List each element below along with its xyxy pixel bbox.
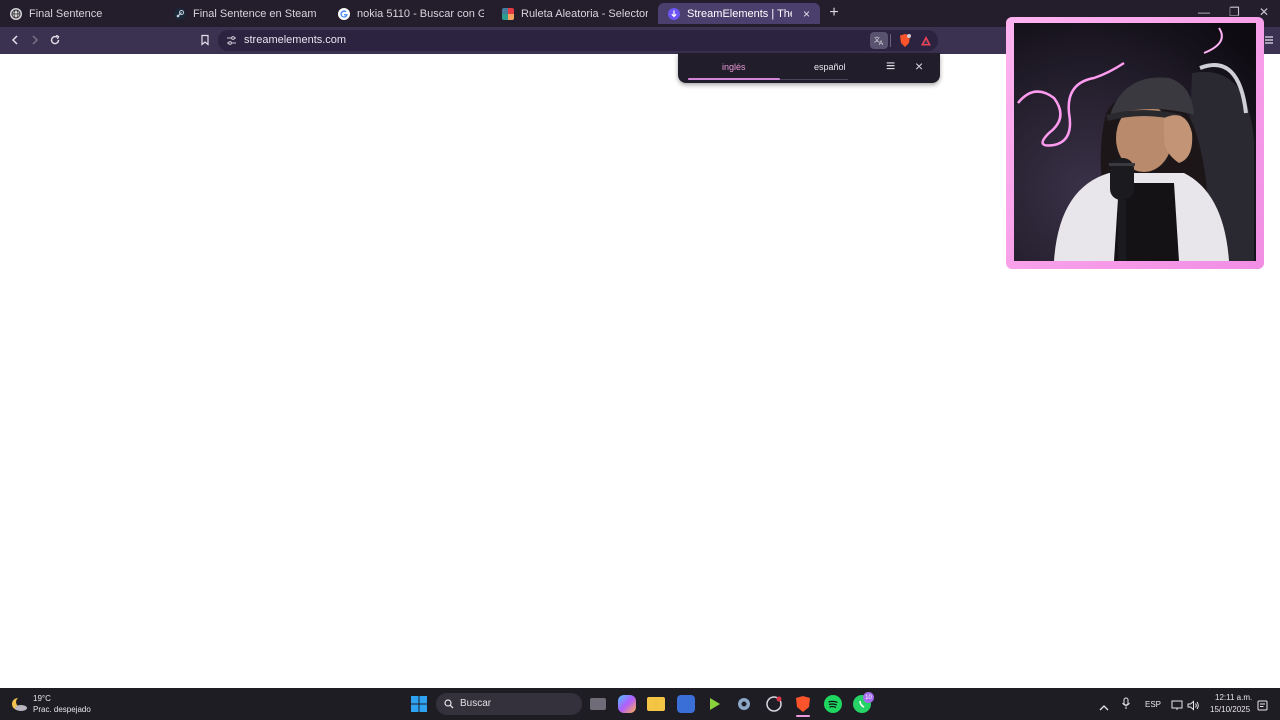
- close-translate-icon[interactable]: ×: [915, 58, 923, 74]
- globe-icon: [10, 7, 22, 20]
- brave-browser-icon[interactable]: [794, 695, 812, 717]
- source-language-tab[interactable]: inglés: [722, 62, 746, 72]
- network-monitor-icon: [1171, 700, 1183, 710]
- keyboard-language-indicator[interactable]: ESP: [1145, 700, 1161, 709]
- hamburger-menu-icon: [1265, 36, 1273, 44]
- weather-moon-icon: [12, 697, 27, 711]
- forward-arrow-icon: [32, 35, 39, 45]
- tab-title: Final Sentence: [29, 7, 103, 20]
- volume-button[interactable]: [1187, 698, 1200, 716]
- settings-gear-icon[interactable]: [735, 695, 753, 713]
- search-icon: [444, 699, 454, 709]
- streamelements-icon: [668, 7, 680, 20]
- tab-streamelements[interactable]: StreamElements | The Ultimate S ×: [658, 3, 820, 24]
- close-tab-icon[interactable]: ×: [803, 7, 810, 21]
- tab-ruleta-aleatoria[interactable]: Ruleta Aleatoria - Selector Personaliz: [492, 3, 658, 24]
- forward-button[interactable]: [26, 31, 44, 49]
- speaker-icon: [1187, 700, 1199, 711]
- weather-temperature: 19°C: [33, 694, 51, 703]
- microsoft-store-icon[interactable]: [677, 695, 695, 713]
- notification-bell-icon: [1257, 700, 1268, 711]
- start-button[interactable]: [410, 695, 428, 713]
- wheel-icon: [502, 7, 514, 20]
- toolbar-divider: [890, 34, 891, 47]
- tab-title: Ruleta Aleatoria - Selector Personaliz: [521, 7, 648, 20]
- brave-rewards-button[interactable]: [920, 34, 932, 46]
- url-text: streamelements.com: [244, 34, 347, 46]
- back-button[interactable]: [6, 31, 24, 49]
- task-view-icon[interactable]: [590, 698, 606, 710]
- back-arrow-icon: [11, 35, 18, 45]
- reload-icon: [50, 34, 60, 45]
- tab-title: StreamElements | The Ultimate S: [687, 7, 792, 20]
- weather-condition: Prac. despejado: [33, 705, 91, 714]
- steam-icon: [174, 7, 186, 20]
- brave-rewards-icon: [921, 36, 931, 46]
- whatsapp-notification-badge: 10: [863, 692, 874, 703]
- show-hidden-icons-button[interactable]: [1099, 699, 1109, 717]
- site-settings-icon[interactable]: [226, 35, 237, 46]
- network-button[interactable]: [1171, 698, 1183, 716]
- target-language-tab[interactable]: español: [814, 62, 846, 72]
- game-launcher-icon[interactable]: [706, 695, 724, 713]
- address-bar[interactable]: streamelements.com 文A: [218, 30, 938, 51]
- taskbar: 19°C Prac. despejado Buscar 10 ESP 12:11…: [0, 688, 1280, 720]
- notification-center-button[interactable]: [1257, 698, 1268, 716]
- webcam-overlay: [1006, 17, 1264, 269]
- google-icon: [338, 7, 350, 20]
- brave-shield-icon: [900, 34, 911, 47]
- streamer-webcam-image: [1014, 23, 1256, 261]
- translate-icon: 文A: [874, 36, 883, 46]
- tab-final-sentence[interactable]: Final Sentence: [0, 3, 166, 24]
- new-tab-button[interactable]: +: [826, 4, 842, 22]
- microphone-button[interactable]: [1121, 697, 1131, 715]
- active-app-indicator: [796, 715, 810, 717]
- reload-button[interactable]: [46, 31, 64, 49]
- taskbar-search-box[interactable]: Buscar: [436, 693, 582, 715]
- weather-widget-button[interactable]: [10, 695, 28, 713]
- svg-text:A: A: [879, 41, 883, 46]
- spotify-icon[interactable]: [824, 695, 842, 713]
- clock-date[interactable]: 15/10/2025: [1210, 705, 1250, 714]
- translate-options-icon[interactable]: ≡: [886, 58, 895, 76]
- active-tab-indicator: [688, 78, 780, 80]
- brave-shields-button[interactable]: [898, 33, 912, 48]
- clock-time[interactable]: 12:11 a.m.: [1215, 693, 1252, 702]
- bookmark-button[interactable]: [196, 31, 214, 49]
- obs-studio-icon[interactable]: [765, 695, 783, 713]
- webcam-feed: [1014, 23, 1256, 261]
- bookmark-icon: [201, 34, 209, 46]
- tab-title: nokia 5110 - Buscar con Google: [357, 7, 484, 20]
- copilot-icon[interactable]: [618, 695, 636, 713]
- microphone-icon: [1122, 697, 1130, 709]
- tab-google-search[interactable]: nokia 5110 - Buscar con Google: [328, 3, 494, 24]
- translate-popup: inglés español ≡ ×: [678, 53, 940, 83]
- chevron-up-icon: [1099, 705, 1109, 711]
- tab-title: Final Sentence en Steam: [193, 7, 317, 20]
- translate-button[interactable]: 文A: [870, 32, 888, 49]
- file-explorer-icon[interactable]: [647, 697, 665, 711]
- search-placeholder: Buscar: [460, 698, 492, 709]
- windows-logo-icon: [411, 696, 427, 712]
- tab-final-sentence-steam[interactable]: Final Sentence en Steam: [164, 3, 330, 24]
